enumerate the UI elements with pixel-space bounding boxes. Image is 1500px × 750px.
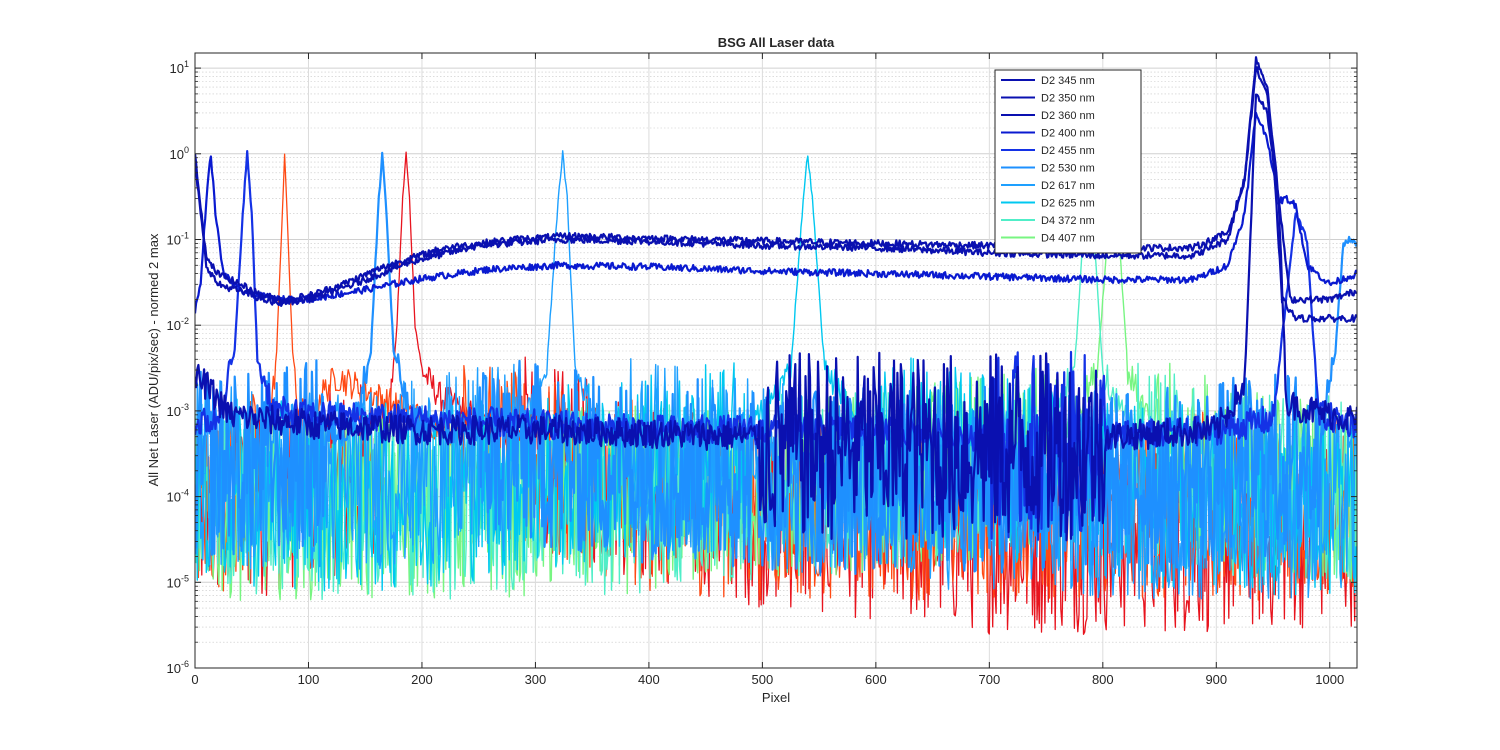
- x-tick-label: 0: [191, 672, 198, 687]
- x-tick-label: 500: [752, 672, 774, 687]
- legend-label: D2 350 nm: [1041, 93, 1095, 105]
- y-tick-base: 10: [167, 232, 181, 247]
- legend-label: D2 400 nm: [1041, 128, 1095, 140]
- y-tick-base: 10: [167, 318, 181, 333]
- y-tick-label: 101: [170, 59, 189, 76]
- x-tick-label: 400: [638, 672, 660, 687]
- y-tick-label: 10-4: [167, 488, 189, 505]
- y-tick-label: 10-1: [167, 230, 189, 247]
- y-tick-exponent: -4: [181, 488, 189, 498]
- y-tick-base: 10: [167, 575, 181, 590]
- legend-label: D2 530 nm: [1041, 163, 1095, 175]
- legend-label: D2 625 nm: [1041, 198, 1095, 210]
- y-tick-exponent: -5: [181, 573, 189, 583]
- legend-label: D4 372 nm: [1041, 215, 1095, 227]
- y-tick-labels: 10-610-510-410-310-210-1100101: [167, 59, 189, 676]
- y-tick-base: 10: [167, 661, 181, 676]
- y-tick-base: 10: [170, 147, 184, 162]
- y-tick-exponent: -1: [181, 230, 189, 240]
- x-tick-label: 300: [525, 672, 547, 687]
- x-tick-labels: 0 100 200 300 400 500 600 700 800 900 1000: [191, 672, 1344, 687]
- y-tick-exponent: -2: [181, 316, 189, 326]
- legend-label: D2 455 nm: [1041, 145, 1095, 157]
- y-tick-exponent: -6: [181, 659, 189, 669]
- x-tick-label: 1000: [1315, 672, 1344, 687]
- x-tick-label: 600: [865, 672, 887, 687]
- x-axis-label: Pixel: [762, 690, 790, 705]
- y-tick-exponent: -3: [181, 402, 189, 412]
- x-tick-label: 200: [411, 672, 433, 687]
- chart-svg: 0 100 200 300 400 500 600 700 800 900 1000 10-610-…: [146, 35, 1358, 705]
- y-tick-label: 10-5: [167, 573, 189, 590]
- legend-label: D2 617 nm: [1041, 180, 1095, 192]
- y-tick-label: 10-6: [167, 659, 189, 676]
- x-tick-label: 900: [1205, 672, 1227, 687]
- y-tick-base: 10: [167, 490, 181, 505]
- x-tick-label: 100: [298, 672, 320, 687]
- y-tick-label: 100: [170, 145, 189, 162]
- y-axis-label: All Net Laser (ADU/pix/sec) - normed 2 m…: [146, 233, 161, 486]
- x-tick-label: 700: [978, 672, 1000, 687]
- legend-label: D2 345 nm: [1041, 75, 1095, 87]
- y-tick-base: 10: [167, 404, 181, 419]
- y-tick-exponent: 0: [184, 145, 189, 155]
- chart-title: BSG All Laser data: [718, 35, 835, 50]
- legend-label: D2 360 nm: [1041, 110, 1095, 122]
- y-tick-base: 10: [170, 61, 184, 76]
- y-tick-label: 10-3: [167, 402, 189, 419]
- legend-label: D4 407 nm: [1041, 233, 1095, 245]
- y-tick-exponent: 1: [184, 59, 189, 69]
- legend: D2 345 nm D2 350 nm D2 360 nm D2 400 nm D2 4…: [994, 69, 1142, 254]
- y-tick-label: 10-2: [167, 316, 189, 333]
- x-tick-label: 800: [1092, 672, 1114, 687]
